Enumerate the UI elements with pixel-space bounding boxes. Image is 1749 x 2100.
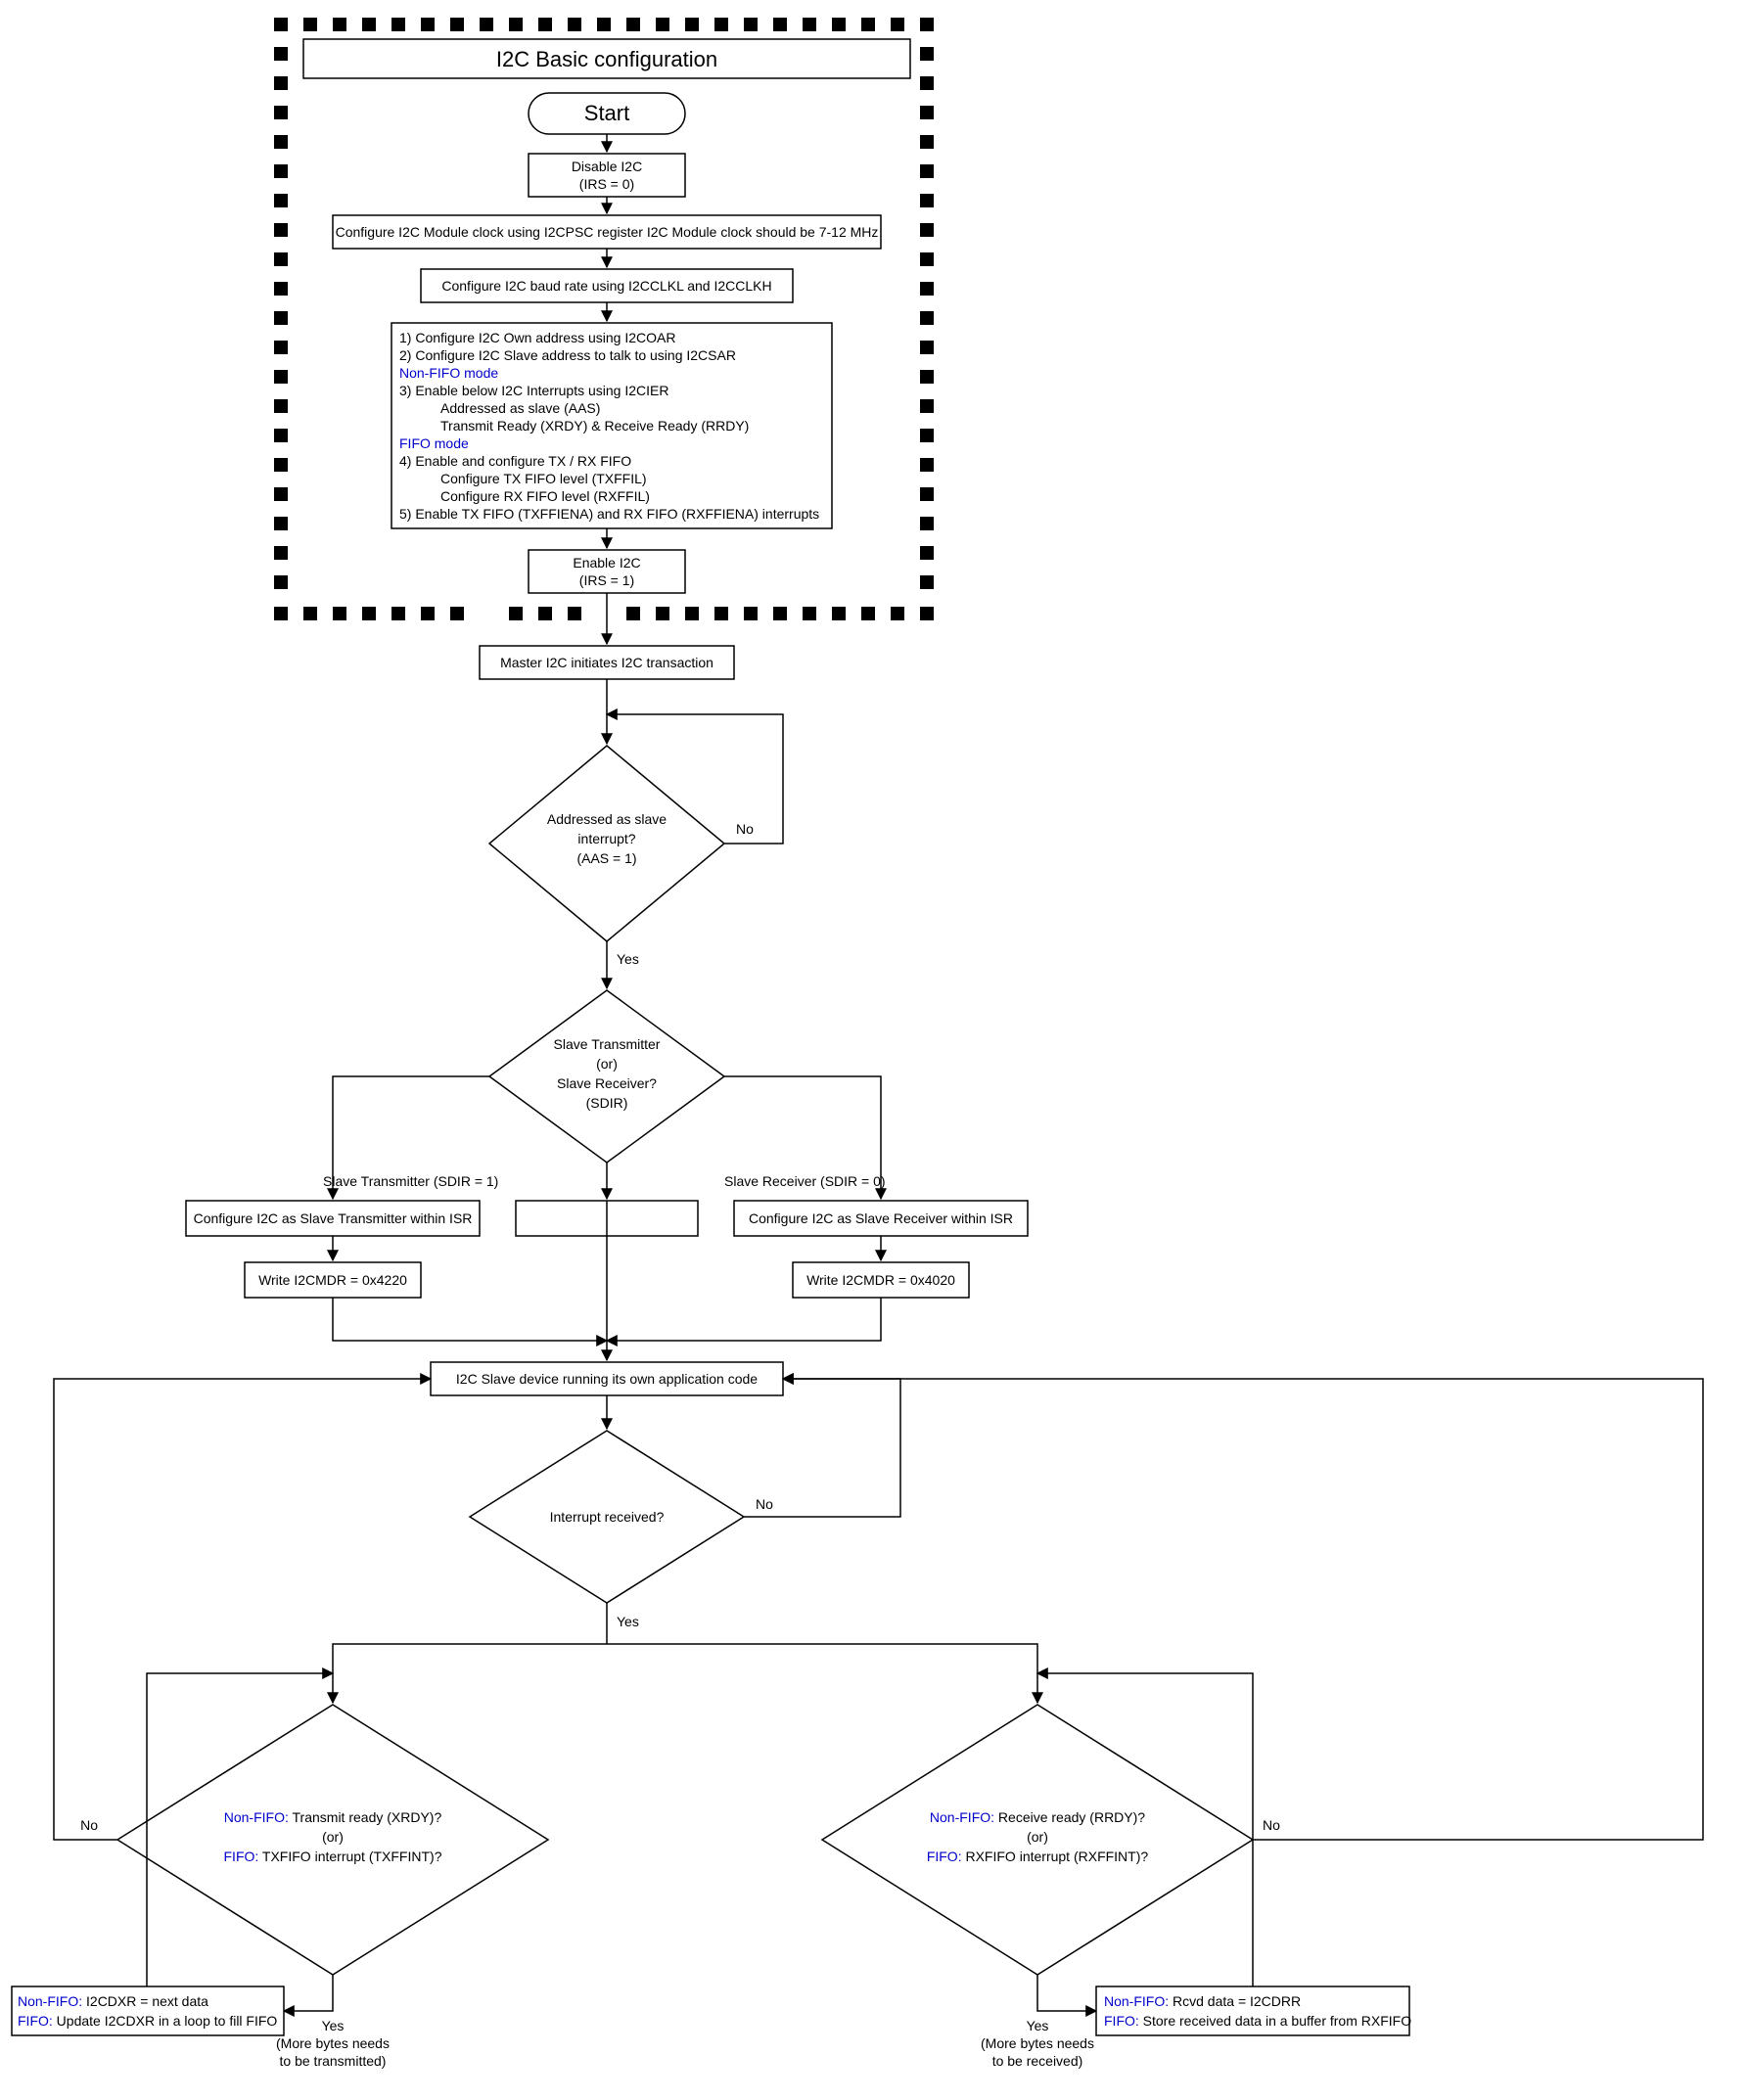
cfg4b: Configure RX FIFO level (RXFFIL) <box>440 488 650 504</box>
rx-yes3: to be received) <box>992 2053 1083 2069</box>
sdir-l3: Slave Receiver? <box>557 1075 657 1091</box>
enable-l1: Enable I2C <box>573 555 640 571</box>
rx-yes1: Yes <box>1027 2018 1049 2033</box>
mdr-tx-text: Write I2CMDR = 0x4220 <box>258 1272 407 1288</box>
rx-l2: (or) <box>1027 1829 1048 1845</box>
aas-no: No <box>736 821 754 837</box>
intr-text: Interrupt received? <box>550 1509 665 1525</box>
tx-l2: (or) <box>322 1829 344 1845</box>
cfg1: 1) Configure I2C Own address using I2COA… <box>399 330 675 345</box>
tx-act-l2: FIFO: Update I2CDXR in a loop to fill FI… <box>18 2013 277 2029</box>
tx-yes2: (More bytes needs <box>276 2035 390 2051</box>
rx-l1: Non-FIFO: Receive ready (RRDY)? <box>930 1809 1145 1825</box>
tx-l3: FIFO: TXFIFO interrupt (TXFFINT)? <box>224 1849 442 1864</box>
cfg3b: Transmit Ready (XRDY) & Receive Ready (R… <box>440 418 749 434</box>
tx-l1: Non-FIFO: Transmit ready (XRDY)? <box>224 1809 442 1825</box>
flowchart-svg: I2C Basic configuration Start Disable I2… <box>0 0 1749 2100</box>
rx-no: No <box>1263 1817 1280 1833</box>
title-text: I2C Basic configuration <box>496 47 717 71</box>
cfg3a: Addressed as slave (AAS) <box>440 400 600 416</box>
rx-l3: FIFO: RXFIFO interrupt (RXFFINT)? <box>927 1849 1149 1864</box>
cfg4: 4) Enable and configure TX / RX FIFO <box>399 453 631 469</box>
cfg5: 5) Enable TX FIFO (TXFFIENA) and RX FIFO… <box>399 506 819 522</box>
start-label: Start <box>584 101 629 125</box>
disable-l1: Disable I2C <box>572 159 642 174</box>
master-init-text: Master I2C initiates I2C transaction <box>500 655 713 670</box>
tx-yes1: Yes <box>322 2018 345 2033</box>
sdir-l4: (SDIR) <box>586 1095 628 1111</box>
enable-l2: (IRS = 1) <box>579 572 634 588</box>
cfg-nonfifo-hdr: Non-FIFO mode <box>399 365 498 381</box>
mdr-rx-text: Write I2CMDR = 0x4020 <box>806 1272 955 1288</box>
tx-act-l1: Non-FIFO: I2CDXR = next data <box>18 1993 208 2009</box>
app-text: I2C Slave device running its own applica… <box>456 1371 758 1387</box>
cfg2: 2) Configure I2C Slave address to talk t… <box>399 347 736 363</box>
cfg3: 3) Enable below I2C Interrupts using I2C… <box>399 383 668 398</box>
intr-yes: Yes <box>617 1614 639 1629</box>
sdir1-label: Slave Transmitter (SDIR = 1) <box>323 1173 498 1189</box>
rx-act-l2: FIFO: Store received data in a buffer fr… <box>1104 2013 1411 2029</box>
aas-l1: Addressed as slave <box>547 811 667 827</box>
cfg-tx-text: Configure I2C as Slave Transmitter withi… <box>194 1210 473 1226</box>
rx-act-l1: Non-FIFO: Rcvd data = I2CDRR <box>1104 1993 1301 2009</box>
disable-l2: (IRS = 0) <box>579 176 634 192</box>
aas-l2: interrupt? <box>577 831 635 846</box>
sdir-l1: Slave Transmitter <box>554 1036 661 1052</box>
rx-yes2: (More bytes needs <box>981 2035 1094 2051</box>
aas-yes: Yes <box>617 951 639 967</box>
cfg-fifo-hdr: FIFO mode <box>399 435 469 451</box>
psc-text: Configure I2C Module clock using I2CPSC … <box>336 224 879 240</box>
baud-text: Configure I2C baud rate using I2CCLKL an… <box>441 278 771 294</box>
sdir-l2: (or) <box>596 1056 618 1072</box>
cfg4a: Configure TX FIFO level (TXFFIL) <box>440 471 647 486</box>
intr-no: No <box>756 1496 773 1512</box>
cfg-rx-text: Configure I2C as Slave Receiver within I… <box>749 1210 1013 1226</box>
aas-l3: (AAS = 1) <box>576 850 636 866</box>
tx-no: No <box>80 1817 98 1833</box>
sdir0-label: Slave Receiver (SDIR = 0) <box>724 1173 886 1189</box>
tx-yes3: to be transmitted) <box>280 2053 387 2069</box>
